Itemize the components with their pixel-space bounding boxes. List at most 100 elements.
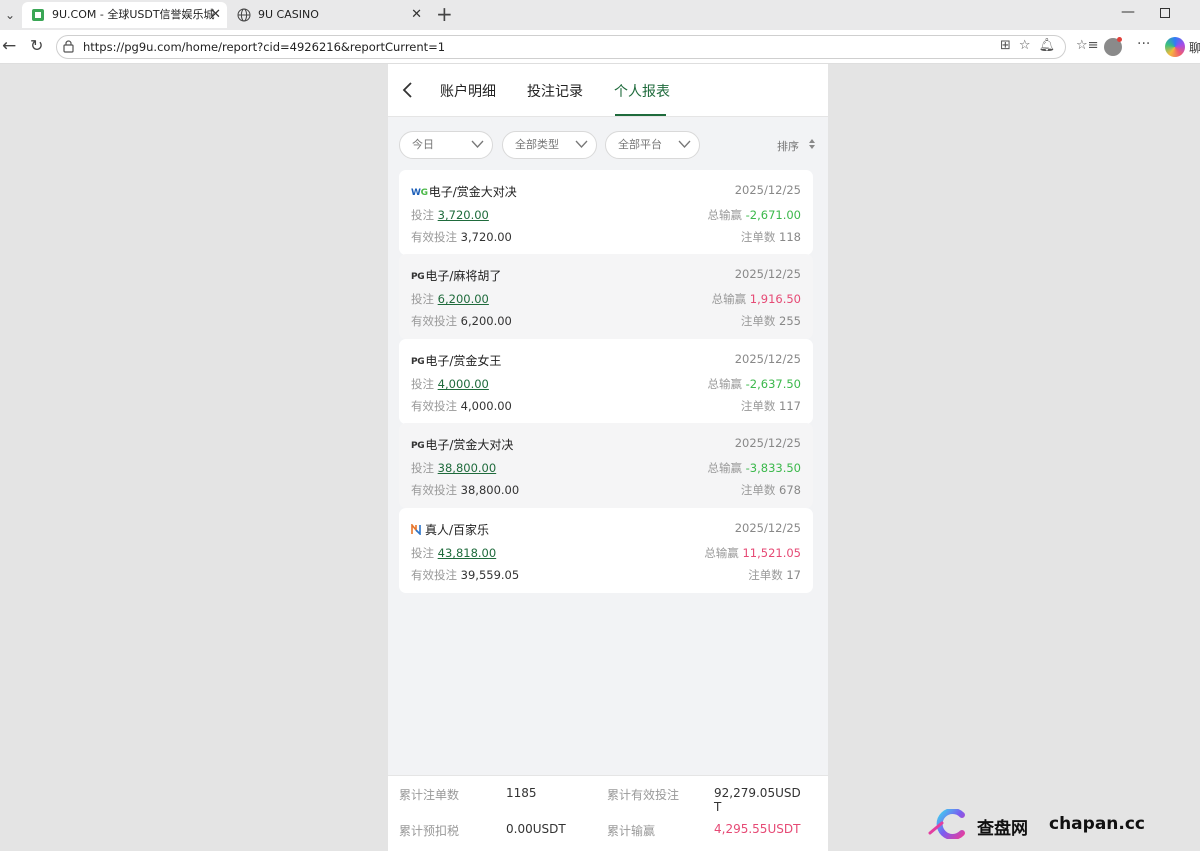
- valid-bet-label: 有效投注: [411, 314, 457, 328]
- bet-count-label: 注单数: [740, 314, 776, 328]
- tab-close-icon[interactable]: ✕: [411, 2, 422, 28]
- lock-icon[interactable]: [63, 40, 74, 53]
- total-win-label: 总输赢: [707, 461, 742, 475]
- live-casino-platform-icon: [411, 524, 421, 535]
- browser-tab-9u-com[interactable]: 9U.COM - 全球USDT信誉娱乐城 ✕: [22, 2, 227, 28]
- back-arrow-icon[interactable]: [400, 79, 416, 101]
- tab-account-details[interactable]: 账户明细: [440, 81, 496, 101]
- valid-bet-row: 有效投注 4,000.00: [411, 398, 512, 414]
- total-win-row: 总输赢 -2,637.50: [707, 376, 801, 392]
- address-bar[interactable]: https://pg9u.com/home/report?cid=4926216…: [56, 35, 1066, 59]
- tab-title: 9U.COM - 全球USDT信誉娱乐城: [52, 8, 215, 21]
- bet-count-value: 118: [779, 230, 801, 244]
- record-date: 2025/12/25: [734, 183, 801, 197]
- window-maximize-icon[interactable]: [1160, 8, 1170, 18]
- bet-amount-link[interactable]: 38,800.00: [438, 461, 497, 475]
- report-card[interactable]: PG电子/赏金女王 2025/12/25 投注 4,000.00 有效投注 4,…: [399, 339, 813, 424]
- watermark-text-cn: 查盘网: [977, 819, 1028, 839]
- game-title: PG电子/麻将胡了: [411, 267, 501, 284]
- bet-count-row: 注单数 678: [741, 482, 801, 498]
- tab-bet-records[interactable]: 投注记录: [527, 81, 583, 101]
- bet-count-label: 注单数: [740, 399, 776, 413]
- tab-personal-report[interactable]: 个人报表: [614, 81, 670, 101]
- report-card[interactable]: 真人/百家乐 2025/12/25 投注 43,818.00 有效投注 39,5…: [399, 508, 813, 593]
- valid-bet-row: 有效投注 6,200.00: [411, 313, 512, 329]
- bet-row: 投注 38,800.00: [411, 460, 496, 476]
- tab-actions-chevron-icon[interactable]: ⌄: [0, 4, 20, 26]
- total-win-value: 11,521.05: [742, 546, 801, 560]
- window-minimize-icon[interactable]: —: [1121, 4, 1135, 20]
- browser-back-icon[interactable]: ←: [2, 36, 16, 56]
- report-card[interactable]: PG电子/麻将胡了 2025/12/25 投注 6,200.00 有效投注 6,…: [399, 254, 813, 339]
- game-name: 电子/赏金大对决: [425, 438, 514, 452]
- wg-platform-icon: WG: [411, 188, 428, 198]
- valid-bet-label: 有效投注: [411, 230, 457, 244]
- report-card[interactable]: WG电子/赏金大对决 2025/12/25 投注 3,720.00 有效投注 3…: [399, 170, 813, 255]
- browser-reload-icon[interactable]: ↻: [30, 36, 43, 55]
- copilot-icon[interactable]: [1165, 37, 1185, 57]
- type-filter-dropdown[interactable]: 全部类型: [502, 131, 597, 159]
- bet-label: 投注: [411, 208, 434, 222]
- valid-bet-value: 4,000.00: [460, 399, 512, 413]
- total-win-value: -3,833.50: [745, 461, 801, 475]
- total-win-label: 总输赢: [707, 377, 742, 391]
- total-win-summary-label: 累计输赢: [607, 824, 656, 838]
- total-count-label: 累计注单数: [399, 788, 460, 802]
- bet-row: 投注 3,720.00: [411, 207, 489, 223]
- total-win-label: 总输赢: [704, 546, 739, 560]
- total-win-label: 总输赢: [707, 208, 742, 222]
- bet-count-value: 255: [779, 314, 801, 328]
- favorite-star-icon[interactable]: ☆: [1019, 38, 1039, 53]
- profile-alert-dot: [1117, 37, 1122, 42]
- browser-tab-strip: ⌄ 9U.COM - 全球USDT信誉娱乐城 ✕ 9U CASINO ✕ + —: [0, 0, 1200, 30]
- new-tab-plus-icon[interactable]: +: [436, 2, 453, 26]
- total-count-value: 1185: [506, 786, 537, 800]
- valid-bet-label: 有效投注: [411, 399, 457, 413]
- address-bar-actions: ⊞☆🔔︎: [1000, 38, 1063, 53]
- browser-tab-9u-casino[interactable]: 9U CASINO ✕: [228, 2, 428, 28]
- bet-count-label: 注单数: [740, 230, 776, 244]
- valid-bet-value: 6,200.00: [460, 314, 512, 328]
- valid-bet-row: 有效投注 3,720.00: [411, 229, 512, 245]
- report-card[interactable]: PG电子/赏金大对决 2025/12/25 投注 38,800.00 有效投注 …: [399, 423, 813, 508]
- total-win-label: 总输赢: [711, 292, 747, 306]
- split-screen-icon[interactable]: ⊞: [1000, 38, 1019, 53]
- tab-close-icon[interactable]: ✕: [210, 2, 221, 28]
- bet-amount-link[interactable]: 43,818.00: [438, 546, 497, 560]
- bet-amount-link[interactable]: 3,720.00: [438, 208, 489, 222]
- bet-amount-link[interactable]: 6,200.00: [438, 292, 489, 306]
- valid-bet-value: 38,800.00: [460, 483, 520, 497]
- report-header: 账户明细 投注记录 个人报表: [388, 64, 828, 117]
- total-win-row: 总输赢 1,916.50: [712, 291, 801, 307]
- tab-title: 9U CASINO: [258, 8, 319, 21]
- chevron-down-icon: [471, 140, 484, 148]
- sort-button[interactable]: 排序: [777, 138, 799, 154]
- valid-bet-value: 39,559.05: [460, 568, 520, 582]
- date-filter-dropdown[interactable]: 今日: [399, 131, 493, 159]
- bet-row: 投注 6,200.00: [411, 291, 489, 307]
- chevron-down-icon: [678, 140, 691, 148]
- active-tab-indicator: [615, 114, 666, 116]
- total-win-value: 1,916.50: [749, 292, 801, 306]
- bet-count-row: 注单数 17: [748, 567, 801, 583]
- record-date: 2025/12/25: [734, 267, 801, 281]
- report-app: 账户明细 投注记录 个人报表 今日 全部类型 全部平台 排序 WG电子/赏金大对…: [388, 64, 828, 851]
- notification-bell-icon[interactable]: 🔔︎: [1039, 38, 1064, 53]
- bet-amount-link[interactable]: 4,000.00: [438, 377, 489, 391]
- record-date: 2025/12/25: [734, 352, 801, 366]
- favorites-list-icon[interactable]: ☆≡: [1076, 38, 1099, 53]
- total-win-value: -2,671.00: [745, 208, 801, 222]
- bet-count-row: 注单数 255: [741, 313, 801, 329]
- platform-filter-dropdown[interactable]: 全部平台: [605, 131, 700, 159]
- platform-filter-value: 全部平台: [618, 138, 662, 151]
- bet-label: 投注: [411, 377, 434, 391]
- valid-bet-row: 有效投注 38,800.00: [411, 482, 519, 498]
- bet-count-row: 注单数 117: [741, 398, 801, 414]
- more-menu-icon[interactable]: ···: [1137, 36, 1150, 52]
- pg-platform-icon: PG: [411, 441, 425, 451]
- total-valid-bet-label: 累计有效投注: [607, 788, 680, 802]
- sort-arrows-icon[interactable]: [808, 138, 816, 150]
- game-title: WG电子/赏金大对决: [411, 183, 517, 200]
- total-win-value: -2,637.50: [745, 377, 801, 391]
- total-valid-bet-value: 92,279.05USDT: [714, 786, 801, 814]
